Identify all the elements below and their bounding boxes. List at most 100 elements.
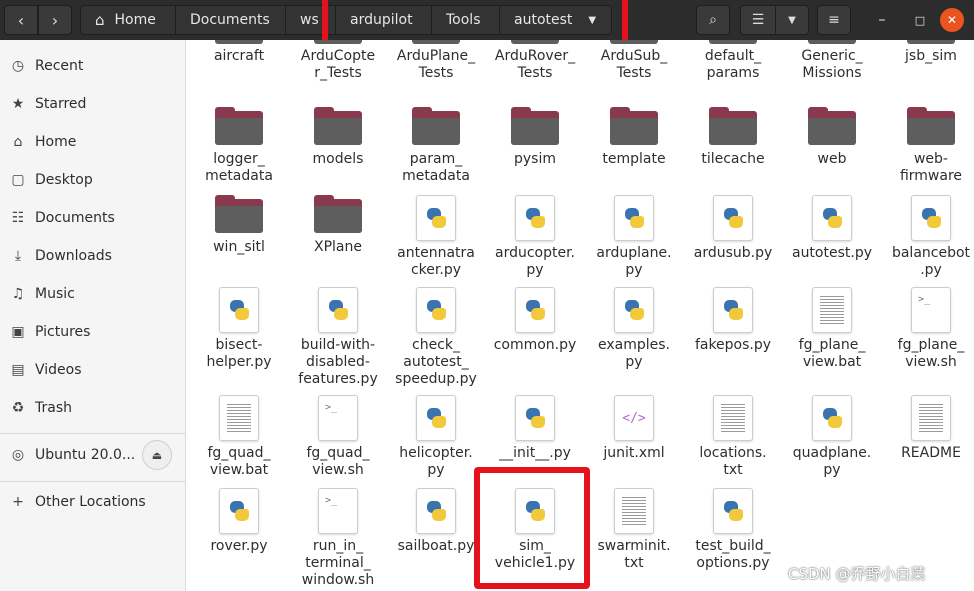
- file-item[interactable]: quadplane. py: [782, 395, 882, 479]
- file-item[interactable]: swarminit. txt: [584, 488, 684, 572]
- close-button[interactable]: ✕: [940, 8, 964, 32]
- sidebar-item-music[interactable]: ♫ Music: [0, 275, 185, 313]
- file-item[interactable]: __init__.py: [485, 395, 585, 462]
- file-name-line: pysim: [514, 151, 556, 167]
- file-name-label: locations. txt: [683, 445, 783, 479]
- python-file-icon: [812, 195, 852, 241]
- file-name-label: run_in_ terminal_ window.sh: [288, 538, 388, 589]
- file-item[interactable]: win_sitl: [189, 195, 289, 256]
- file-name-label: examples. py: [584, 337, 684, 371]
- file-item[interactable]: models: [288, 107, 388, 168]
- file-item[interactable]: jsb_sim: [881, 40, 974, 65]
- file-item[interactable]: common.py: [485, 287, 585, 354]
- file-item[interactable]: ArduRover_ Tests: [485, 40, 585, 82]
- sidebar-item-recent[interactable]: ◷ Recent: [0, 47, 185, 85]
- view-toggle-button[interactable]: ☰: [740, 5, 776, 35]
- file-item[interactable]: </> junit.xml: [584, 395, 684, 462]
- file-name-label: fakepos.py: [683, 337, 783, 354]
- sidebar-item-home[interactable]: ⌂ Home: [0, 123, 185, 161]
- file-item[interactable]: ardusub.py: [683, 195, 783, 262]
- file-item[interactable]: pysim: [485, 107, 585, 168]
- file-item[interactable]: examples. py: [584, 287, 684, 371]
- file-item[interactable]: aircraft: [189, 40, 289, 65]
- file-item[interactable]: antennatra cker.py: [386, 195, 486, 279]
- text-file-icon: [614, 488, 654, 534]
- file-item[interactable]: ArduPlane_ Tests: [386, 40, 486, 82]
- file-item[interactable]: README: [881, 395, 974, 462]
- file-name-line: helicopter.: [399, 445, 473, 461]
- file-name-line: window.sh: [301, 572, 375, 588]
- file-item[interactable]: helicopter. py: [386, 395, 486, 479]
- file-item[interactable]: ArduCopte r_Tests: [288, 40, 388, 82]
- file-name-label: default_ params: [683, 48, 783, 82]
- file-item[interactable]: build-with-disabled-features.py: [288, 287, 388, 388]
- file-item[interactable]: logger_ metadata: [189, 107, 289, 185]
- file-item[interactable]: web: [782, 107, 882, 168]
- sidebar-item-other-locations[interactable]: + Other Locations: [0, 483, 185, 521]
- video-icon: ▤: [11, 362, 25, 378]
- breadcrumb-home[interactable]: ⌂ Home: [80, 5, 176, 35]
- file-item[interactable]: rover.py: [189, 488, 289, 555]
- file-name-label: antennatra cker.py: [386, 245, 486, 279]
- file-item[interactable]: test_build_ options.py: [683, 488, 783, 572]
- sidebar-item-starred[interactable]: ★ Starred: [0, 85, 185, 123]
- file-item[interactable]: fg_quad_ view.bat: [189, 395, 289, 479]
- maximize-button[interactable]: □: [908, 8, 932, 32]
- menu-button[interactable]: ≡: [817, 5, 851, 35]
- file-item[interactable]: arducopter. py: [485, 195, 585, 279]
- file-item[interactable]: param_ metadata: [386, 107, 486, 185]
- file-name-label: common.py: [485, 337, 585, 354]
- file-item[interactable]: fakepos.py: [683, 287, 783, 354]
- file-item[interactable]: check_ autotest_ speedup.py: [386, 287, 486, 388]
- file-item[interactable]: locations. txt: [683, 395, 783, 479]
- file-item[interactable]: Generic_ Missions: [782, 40, 882, 82]
- file-name-line: Generic_: [801, 48, 863, 64]
- search-button[interactable]: ⌕: [696, 5, 730, 35]
- file-name-label: win_sitl: [189, 239, 289, 256]
- file-item[interactable]: balancebot .py: [881, 195, 974, 279]
- python-file-icon: [713, 488, 753, 534]
- file-name-line: XPlane: [314, 239, 362, 255]
- file-item[interactable]: template: [584, 107, 684, 168]
- shell-script-icon: >_: [318, 395, 358, 441]
- file-name-label: arducopter. py: [485, 245, 585, 279]
- file-item[interactable]: sailboat.py: [386, 488, 486, 555]
- file-item[interactable]: fg_plane_ view.bat: [782, 287, 882, 371]
- sidebar-item-downloads[interactable]: ⤓ Downloads: [0, 237, 185, 275]
- file-name-line: arduplane.: [596, 245, 672, 261]
- watermark: CSDN @乔野小白菜: [788, 565, 926, 583]
- minimize-button[interactable]: –: [870, 8, 894, 32]
- folder-icon: [314, 40, 362, 44]
- file-item[interactable]: default_ params: [683, 40, 783, 82]
- file-name-line: web-: [913, 151, 948, 167]
- file-item[interactable]: bisect-helper.py: [189, 287, 289, 371]
- file-item[interactable]: ArduSub_ Tests: [584, 40, 684, 82]
- disk-icon: ◎: [11, 447, 25, 463]
- file-item[interactable]: >_ fg_quad_ view.sh: [288, 395, 388, 479]
- sidebar-item-ubuntu-drive[interactable]: ◎ Ubuntu 20.0... ⏏: [0, 436, 185, 474]
- folder-icon: [412, 107, 460, 145]
- file-item[interactable]: tilecache: [683, 107, 783, 168]
- file-item[interactable]: autotest.py: [782, 195, 882, 262]
- file-item[interactable]: XPlane: [288, 195, 388, 256]
- file-name-label: README: [881, 445, 974, 462]
- file-name-line: py: [823, 462, 841, 478]
- sidebar-item-desktop[interactable]: ▢ Desktop: [0, 161, 185, 199]
- python-file-icon: [318, 287, 358, 333]
- file-item[interactable]: arduplane. py: [584, 195, 684, 279]
- forward-button[interactable]: ›: [38, 5, 72, 35]
- file-item[interactable]: web-firmware: [881, 107, 974, 185]
- sidebar-item-videos[interactable]: ▤ Videos: [0, 351, 185, 389]
- file-name-line: cker.py: [410, 262, 461, 278]
- sidebar-item-trash[interactable]: ♻ Trash: [0, 389, 185, 427]
- back-button[interactable]: ‹: [4, 5, 38, 35]
- file-item[interactable]: >_ fg_plane_ view.sh: [881, 287, 974, 371]
- sidebar-item-pictures[interactable]: ▣ Pictures: [0, 313, 185, 351]
- sidebar-item-documents[interactable]: ☷ Documents: [0, 199, 185, 237]
- file-item[interactable]: >_ run_in_ terminal_ window.sh: [288, 488, 388, 589]
- view-options-button[interactable]: ▼: [775, 5, 809, 35]
- eject-button[interactable]: ⏏: [142, 440, 172, 470]
- file-name-line: fg_quad_: [306, 445, 370, 461]
- breadcrumb-documents[interactable]: Documents: [176, 5, 286, 35]
- folder-icon: [907, 40, 955, 44]
